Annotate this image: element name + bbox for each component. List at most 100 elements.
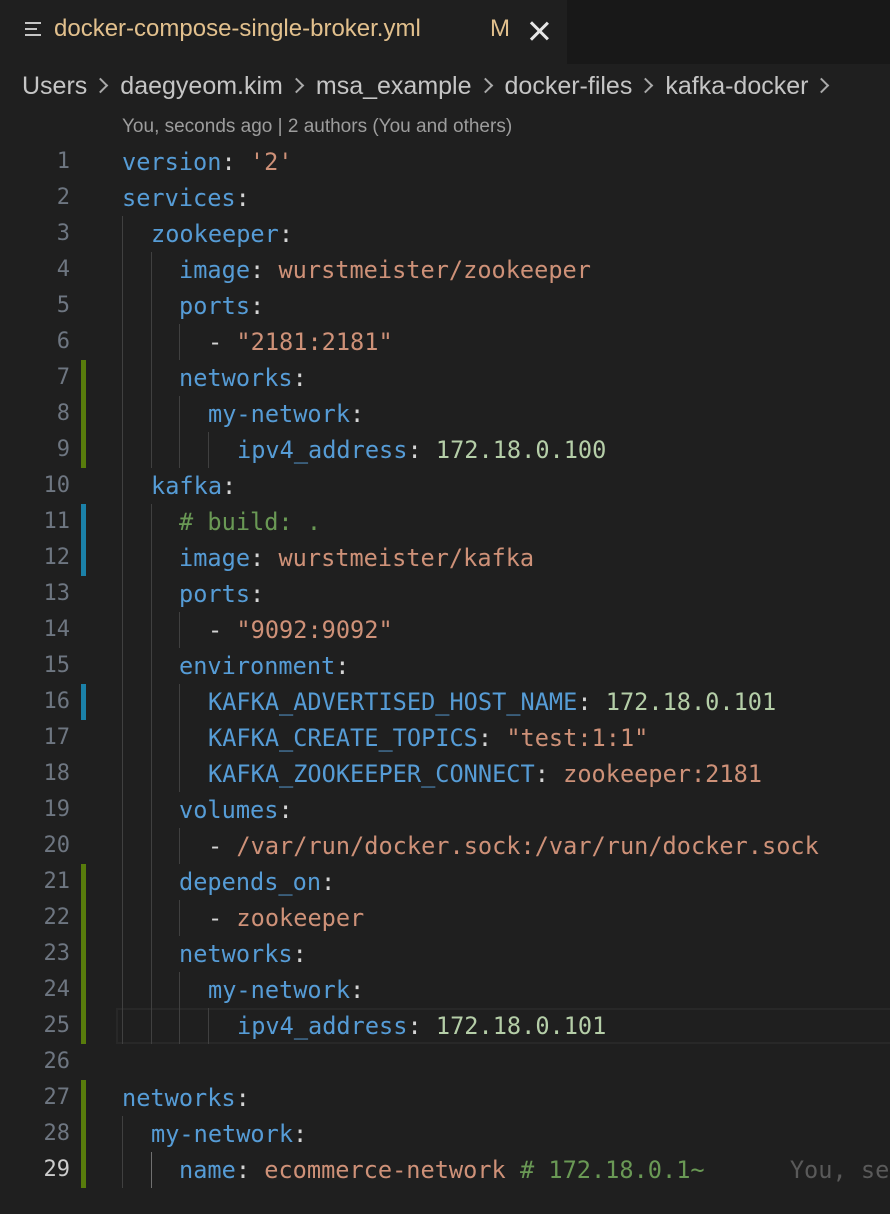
indent-guide bbox=[179, 900, 180, 936]
code-line[interactable]: 21 depends_on: bbox=[0, 864, 890, 900]
line-number: 5 bbox=[56, 293, 70, 318]
indent-guide bbox=[122, 504, 123, 540]
code-token: "test:1:1" bbox=[506, 724, 649, 752]
breadcrumb-item-users[interactable]: Users bbox=[22, 72, 87, 100]
code-token: - bbox=[208, 832, 237, 860]
code-line[interactable]: 4 image: wurstmeister/zookeeper bbox=[0, 252, 890, 288]
indent-guide bbox=[151, 360, 152, 396]
code-token: my-network bbox=[208, 400, 351, 428]
indent-guide bbox=[122, 432, 123, 468]
git-modified-marker[interactable] bbox=[81, 504, 86, 540]
git-added-marker[interactable] bbox=[81, 900, 86, 936]
code-token: : bbox=[335, 652, 350, 680]
code-text: zookeeper: bbox=[151, 216, 293, 252]
code-text: ports: bbox=[179, 576, 264, 612]
code-line[interactable]: 5 ports: bbox=[0, 288, 890, 324]
code-line[interactable]: 25 ipv4_address: 172.18.0.101 bbox=[0, 1008, 890, 1044]
code-line[interactable]: 24 my-network: bbox=[0, 972, 890, 1008]
code-line[interactable]: 27 networks: bbox=[0, 1080, 890, 1116]
indent-guide bbox=[122, 396, 123, 432]
git-modified-marker[interactable] bbox=[81, 540, 86, 576]
code-line[interactable]: 18 KAFKA_ZOOKEEPER_CONNECT: zookeeper:218… bbox=[0, 756, 890, 792]
code-line[interactable]: 11 # build: . bbox=[0, 504, 890, 540]
git-added-marker[interactable] bbox=[81, 1116, 86, 1152]
chevron-right-icon bbox=[288, 77, 305, 94]
git-added-marker[interactable] bbox=[81, 360, 86, 396]
indent-guide bbox=[151, 288, 152, 324]
line-number: 18 bbox=[43, 761, 71, 786]
indent-guide bbox=[179, 720, 180, 756]
chevron-right-icon bbox=[638, 77, 654, 94]
code-line[interactable]: 2 services: bbox=[0, 180, 890, 216]
line-number: 13 bbox=[43, 581, 71, 606]
code-line[interactable]: 3 zookeeper: bbox=[0, 216, 890, 252]
code-token: 172.18.0.100 bbox=[435, 436, 607, 464]
code-token: : bbox=[278, 796, 293, 824]
breadcrumb-item-folder[interactable]: docker-files bbox=[505, 72, 633, 100]
git-added-marker[interactable] bbox=[81, 1152, 86, 1188]
code-line[interactable]: 23 networks: bbox=[0, 936, 890, 972]
code-line[interactable]: 10 kafka: bbox=[0, 468, 890, 504]
code-text: - zookeeper bbox=[208, 900, 364, 936]
line-number: 17 bbox=[43, 725, 71, 750]
git-blame-codelens[interactable]: You, seconds ago | 2 authors (You and ot… bbox=[122, 116, 512, 138]
code-token: # build: . bbox=[179, 508, 322, 536]
code-line[interactable]: 28 my-network: bbox=[0, 1116, 890, 1152]
code-token: : bbox=[222, 472, 237, 500]
indent-guide bbox=[179, 756, 180, 792]
git-added-marker[interactable] bbox=[81, 432, 86, 468]
editor-tab[interactable]: docker-compose-single-broker.yml M bbox=[0, 0, 567, 64]
code-line[interactable]: 20 - /var/run/docker.sock:/var/run/docker… bbox=[0, 828, 890, 864]
breadcrumb-item-subfolder[interactable]: kafka-docker bbox=[665, 72, 808, 100]
code-line[interactable]: 8 my-network: bbox=[0, 396, 890, 432]
code-line[interactable]: 14 - "9092:9092" bbox=[0, 612, 890, 648]
code-token: : bbox=[250, 256, 279, 284]
git-added-marker[interactable] bbox=[81, 396, 86, 432]
close-icon[interactable] bbox=[527, 19, 551, 43]
code-token: kafka bbox=[151, 472, 223, 500]
git-added-marker[interactable] bbox=[81, 972, 86, 1008]
code-token: KAFKA_ADVERTISED_HOST_NAME bbox=[208, 688, 578, 716]
code-text: KAFKA_CREATE_TOPICS: "test:1:1" bbox=[208, 720, 648, 756]
code-token: ipv4_address bbox=[237, 1012, 408, 1040]
indent-guide bbox=[122, 864, 123, 900]
git-added-marker[interactable] bbox=[81, 864, 86, 900]
code-text: name: ecommerce-network # 172.18.0.1~ Yo… bbox=[179, 1152, 889, 1188]
code-line[interactable]: 19 volumes: bbox=[0, 792, 890, 828]
git-modified-marker[interactable] bbox=[81, 684, 86, 720]
line-number: 21 bbox=[43, 869, 71, 894]
code-line[interactable]: 6 - "2181:2181" bbox=[0, 324, 890, 360]
code-line[interactable]: 13 ports: bbox=[0, 576, 890, 612]
git-added-marker[interactable] bbox=[81, 936, 86, 972]
git-added-marker[interactable] bbox=[81, 1008, 86, 1044]
line-number: 28 bbox=[43, 1121, 71, 1146]
git-added-marker[interactable] bbox=[81, 1080, 86, 1116]
code-line[interactable]: 16 KAFKA_ADVERTISED_HOST_NAME: 172.18.0.1… bbox=[0, 684, 890, 720]
code-line[interactable]: 1 version: '2' bbox=[0, 144, 890, 180]
line-number: 26 bbox=[43, 1049, 71, 1074]
code-line[interactable]: 22 - zookeeper bbox=[0, 900, 890, 936]
indent-guide bbox=[151, 648, 152, 684]
code-text: # build: . bbox=[179, 504, 321, 540]
code-line[interactable]: 12 image: wurstmeister/kafka bbox=[0, 540, 890, 576]
line-number: 9 bbox=[56, 437, 70, 462]
code-line[interactable]: 29 name: ecommerce-network # 172.18.0.1~ … bbox=[0, 1152, 890, 1188]
code-line[interactable]: 9 ipv4_address: 172.18.0.100 bbox=[0, 432, 890, 468]
code-line[interactable]: 17 KAFKA_CREATE_TOPICS: "test:1:1" bbox=[0, 720, 890, 756]
code-text: networks: bbox=[122, 1080, 250, 1116]
code-token: : bbox=[292, 940, 307, 968]
indent-guide bbox=[179, 324, 180, 360]
code-line[interactable]: 15 environment: bbox=[0, 648, 890, 684]
indent-guide bbox=[151, 504, 152, 540]
code-line[interactable]: 26 bbox=[0, 1044, 890, 1080]
indent-guide bbox=[151, 612, 152, 648]
breadcrumb-item-user[interactable]: daegyeom.kim bbox=[120, 72, 283, 100]
code-text: ports: bbox=[179, 288, 264, 324]
line-number: 2 bbox=[56, 185, 70, 210]
code-token: /var/run/docker.sock:/var/run/docker.soc… bbox=[236, 832, 819, 860]
code-line[interactable]: 7 networks: bbox=[0, 360, 890, 396]
indent-guide bbox=[122, 216, 123, 252]
breadcrumb-item-project[interactable]: msa_example bbox=[316, 72, 472, 100]
line-number: 20 bbox=[43, 833, 71, 858]
code-token: : bbox=[221, 148, 250, 176]
